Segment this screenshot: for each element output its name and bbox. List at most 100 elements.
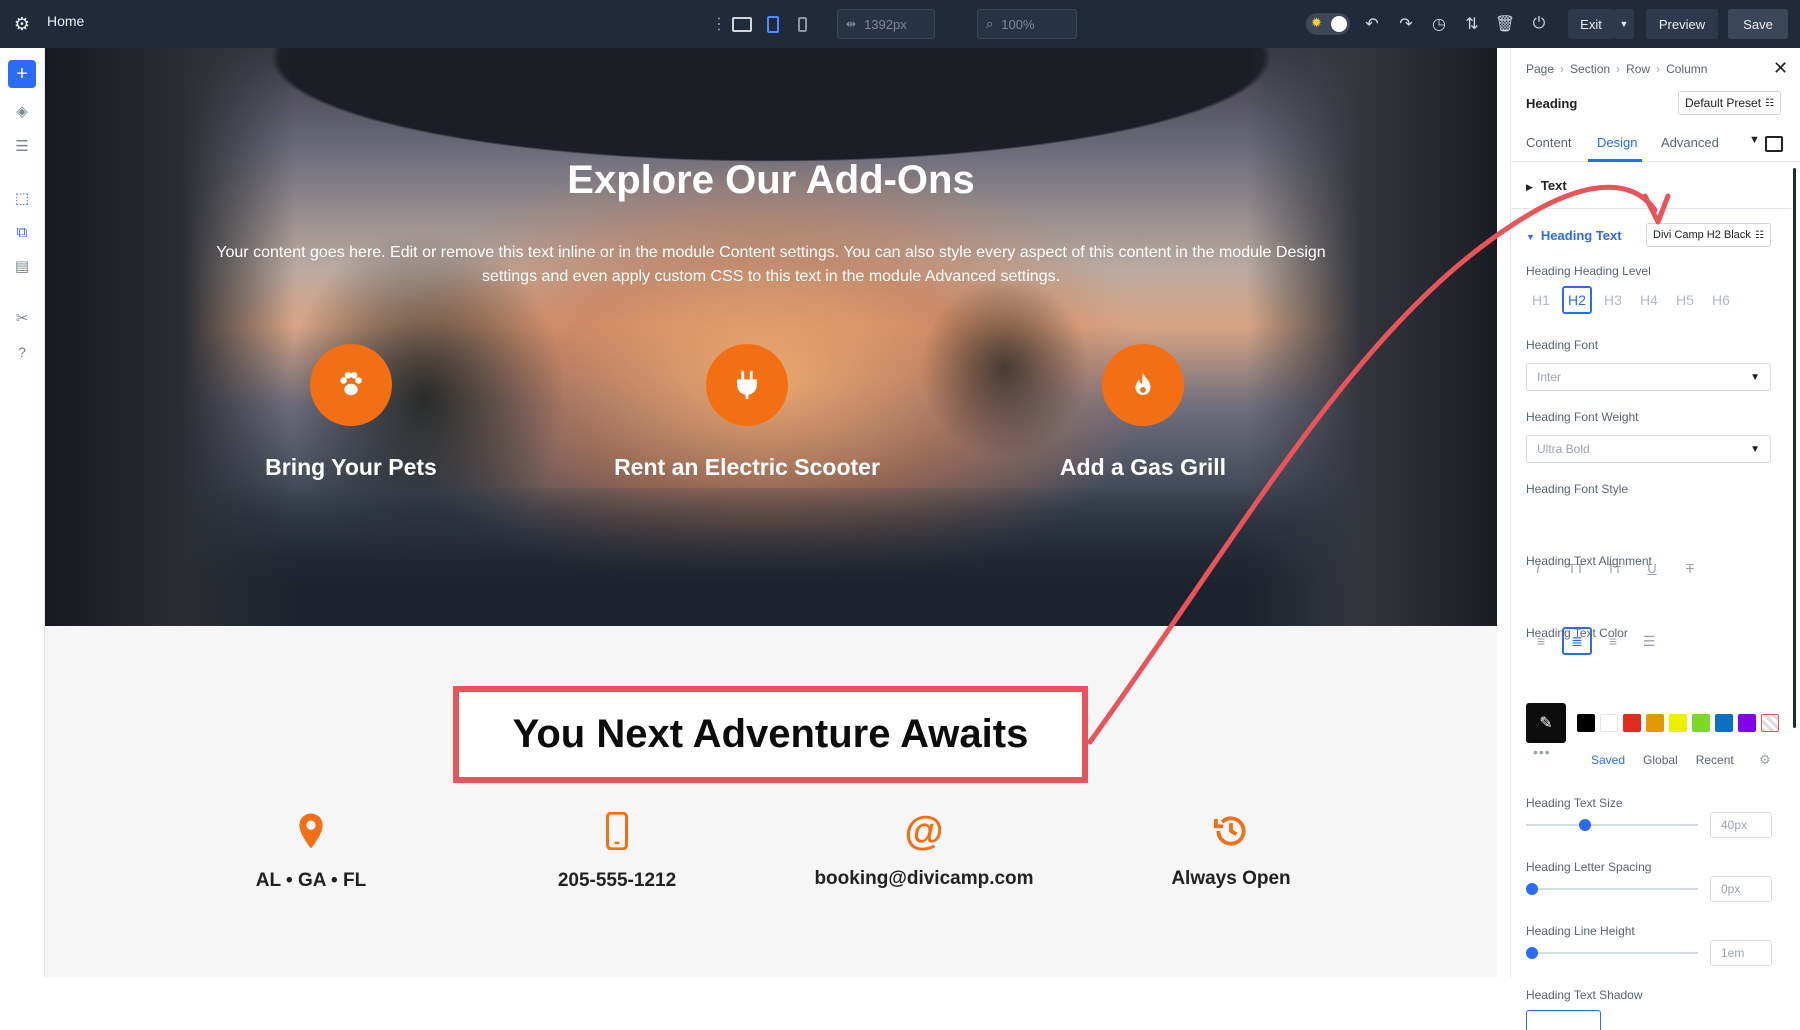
view-mode-square-icon[interactable] <box>1765 136 1783 152</box>
contact-text: Always Open <box>1171 868 1291 889</box>
tab-design[interactable]: Design <box>1597 135 1637 150</box>
color-settings-gear-icon[interactable]: ⚙ <box>1759 752 1771 768</box>
heading-font-weight-select[interactable]: Ultra Bold ▼ <box>1526 435 1771 463</box>
add-plus-icon[interactable]: + <box>8 60 36 88</box>
slider-handle[interactable] <box>1526 883 1538 895</box>
color-tabs: Saved Global Recent <box>1591 753 1734 767</box>
heading-preset-dropdown[interactable]: Divi Camp H2 Black ☷ <box>1646 223 1771 247</box>
settings-gear-icon[interactable]: ⚙ <box>10 12 34 36</box>
strikethrough-button[interactable]: T <box>1678 556 1702 580</box>
power-icon[interactable]: ⏻ <box>1526 12 1552 36</box>
heading-level-h1[interactable]: H1 <box>1526 286 1556 314</box>
color-swatch[interactable] <box>1577 714 1595 732</box>
group-heading-text-toggle[interactable]: ▼ Heading Text <box>1526 228 1622 243</box>
panel-scrollbar[interactable] <box>1793 168 1796 728</box>
breadcrumb-column[interactable]: Column <box>1666 62 1707 76</box>
no-color-swatch[interactable] <box>1761 714 1779 732</box>
close-icon[interactable]: ✕ <box>1773 58 1788 79</box>
color-swatch[interactable] <box>1692 714 1710 732</box>
exit-button[interactable]: Exit <box>1568 9 1614 39</box>
heading-level-h3[interactable]: H3 <box>1598 286 1628 314</box>
tabs-dropdown-chevron-icon[interactable]: ▼ <box>1749 134 1760 146</box>
feature-label: Rent an Electric Scooter <box>614 454 880 480</box>
trash-icon[interactable]: 🗑 <box>1492 12 1518 36</box>
multi-select-icon[interactable]: ⧉ <box>8 218 36 246</box>
hero-section[interactable]: Explore Our Add-Ons Your content goes he… <box>45 48 1497 626</box>
layout-list-icon[interactable]: ☰ <box>8 132 36 160</box>
text-size-input[interactable]: 40px <box>1710 812 1772 838</box>
phone-icon <box>497 810 737 852</box>
letter-spacing-slider[interactable] <box>1526 883 1698 895</box>
zoom-field[interactable]: ⌕ 100% <box>977 9 1077 39</box>
history-clock-icon[interactable]: ◷ <box>1426 12 1452 36</box>
layers-icon[interactable]: ◈ <box>8 97 36 125</box>
slider-handle[interactable] <box>1526 947 1538 959</box>
slider-handle[interactable] <box>1578 819 1591 831</box>
hero-body-text[interactable]: Your content goes here. Edit or remove t… <box>195 241 1347 289</box>
feature-pets[interactable]: Bring Your Pets <box>201 344 501 481</box>
tools-icon[interactable]: ✂ <box>8 304 36 332</box>
contact-hours: Always Open <box>1111 810 1351 890</box>
text-size-slider[interactable] <box>1526 819 1698 831</box>
color-tab-global[interactable]: Global <box>1643 753 1678 767</box>
heading-highlight-box[interactable]: You Next Adventure Awaits <box>453 686 1088 783</box>
color-swatch[interactable] <box>1715 714 1733 732</box>
theme-toggle[interactable]: ✹ <box>1306 13 1350 35</box>
letter-spacing-input[interactable]: 0px <box>1710 876 1772 902</box>
desktop-view-icon[interactable] <box>731 13 753 35</box>
color-tab-saved[interactable]: Saved <box>1591 753 1625 767</box>
color-swatch[interactable] <box>1623 714 1641 732</box>
toggle-knob <box>1331 16 1347 32</box>
contact-text: AL • GA • FL <box>255 870 367 891</box>
more-swatches-icon[interactable]: ••• <box>1533 744 1551 760</box>
line-height-slider[interactable] <box>1526 947 1698 959</box>
section-heading[interactable]: You Next Adventure Awaits <box>513 712 1029 757</box>
width-resize-icon: ⇹ <box>846 17 857 31</box>
color-swatch[interactable] <box>1646 714 1664 732</box>
breadcrumb: Page › Section › Row › Column <box>1526 62 1708 76</box>
tab-advanced[interactable]: Advanced <box>1661 135 1719 150</box>
heading-level-h6[interactable]: H6 <box>1706 286 1736 314</box>
phone-view-icon[interactable] <box>791 13 813 35</box>
color-swatch[interactable] <box>1738 714 1756 732</box>
breadcrumb-row[interactable]: Row <box>1626 62 1650 76</box>
redo-icon[interactable]: ↷ <box>1393 12 1419 36</box>
canvas-width-field[interactable]: ⇹ 1392px <box>837 9 935 39</box>
heading-font-select[interactable]: Inter ▼ <box>1526 363 1771 391</box>
color-swatch[interactable] <box>1600 714 1618 732</box>
eyedropper-icon[interactable]: ✎ <box>1526 703 1566 743</box>
line-height-input[interactable]: 1em <box>1710 940 1772 966</box>
caret-right-icon: ▶ <box>1526 182 1533 192</box>
page-settings-icon[interactable]: ▤ <box>8 252 36 280</box>
feature-grill[interactable]: Add a Gas Grill <box>993 344 1293 481</box>
paw-icon <box>310 344 392 426</box>
color-tab-recent[interactable]: Recent <box>1696 753 1734 767</box>
select-module-icon[interactable]: ⬚ <box>8 184 36 212</box>
hero-heading[interactable]: Explore Our Add-Ons <box>45 158 1497 203</box>
plug-icon <box>706 344 788 426</box>
module-name: Heading <box>1526 96 1578 111</box>
preset-dropdown[interactable]: Default Preset ☷ <box>1678 91 1782 115</box>
active-tab-indicator <box>1588 159 1642 162</box>
heading-level-h2[interactable]: H2 <box>1562 286 1592 314</box>
breadcrumb-section[interactable]: Section <box>1570 62 1610 76</box>
color-swatch[interactable] <box>1669 714 1687 732</box>
undo-icon[interactable]: ↶ <box>1359 12 1385 36</box>
save-button[interactable]: Save <box>1728 9 1788 39</box>
heading-level-h4[interactable]: H4 <box>1634 286 1664 314</box>
caret-down-icon: ▼ <box>1526 232 1535 242</box>
map-pin-icon <box>191 810 431 852</box>
heading-level-h5[interactable]: H5 <box>1670 286 1700 314</box>
align-justify-icon[interactable]: ☰ <box>1634 627 1664 655</box>
preview-button[interactable]: Preview <box>1646 9 1718 39</box>
exit-dropdown-chevron-icon[interactable]: ▼ <box>1614 9 1634 39</box>
tab-content[interactable]: Content <box>1526 135 1572 150</box>
feature-scooter[interactable]: Rent an Electric Scooter <box>597 344 897 481</box>
sort-arrows-icon[interactable]: ⇅ <box>1459 12 1485 36</box>
help-icon[interactable]: ? <box>8 338 36 366</box>
breadcrumb-page[interactable]: Page <box>1526 62 1554 76</box>
more-options-icon[interactable]: ⋮ <box>711 12 727 36</box>
tablet-view-icon[interactable] <box>762 13 784 35</box>
group-text-toggle[interactable]: ▶ Text <box>1526 178 1567 193</box>
text-shadow-option[interactable] <box>1526 1010 1601 1030</box>
